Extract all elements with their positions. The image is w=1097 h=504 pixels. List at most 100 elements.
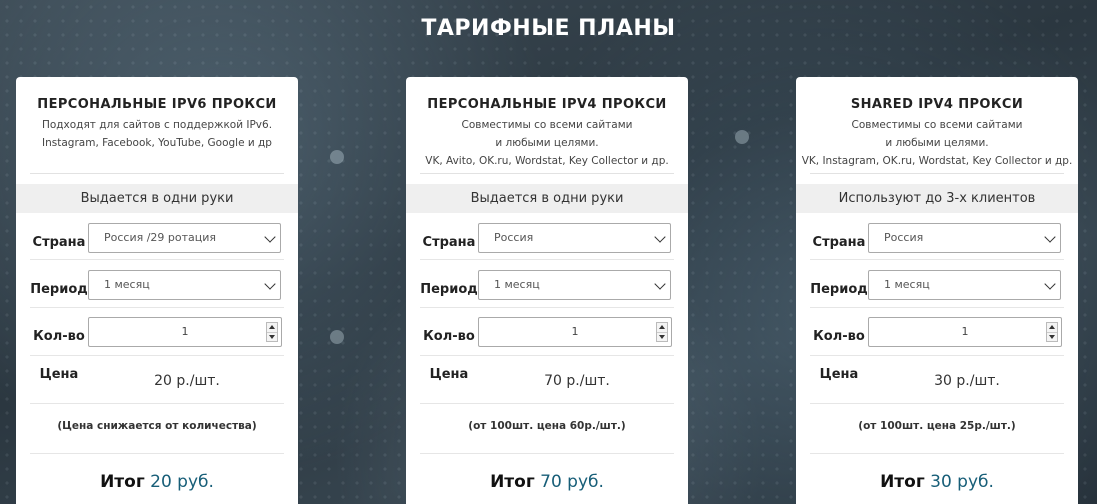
plan-description-line: VK, Avito, OK.ru, Wordstat, Key Collecto…	[425, 155, 669, 167]
total-value: 20 руб.	[150, 472, 214, 492]
chevron-down-icon	[1044, 278, 1056, 290]
plan-card-ipv4: ПЕРСОНАЛЬНЫЕ IPV4 ПРОКСИ Совместимы со в…	[406, 77, 688, 504]
country-select-value: Россия /29 ротация	[104, 231, 217, 244]
quantity-stepper[interactable]: 1	[868, 317, 1062, 347]
decrement-icon[interactable]	[1047, 332, 1057, 341]
divider	[810, 259, 1064, 260]
plan-description-line: Совместимы со всеми сайтами	[461, 119, 633, 131]
usage-band: Выдается в одни руки	[16, 184, 298, 213]
chevron-down-icon	[654, 231, 666, 243]
country-select[interactable]: Россия /29 ротация	[88, 223, 281, 253]
divider	[30, 355, 284, 356]
total-label: Итог	[880, 472, 925, 492]
country-select[interactable]: Россия	[868, 223, 1061, 253]
total: Итог 30 руб.	[796, 472, 1078, 492]
usage-band: Используют до 3-х клиентов	[796, 184, 1078, 213]
country-select[interactable]: Россия	[478, 223, 671, 253]
background-node	[735, 130, 749, 144]
country-select-value: Россия	[884, 231, 924, 244]
spinner-buttons	[1046, 322, 1058, 342]
plan-title: ПЕРСОНАЛЬНЫЕ IPV4 ПРОКСИ	[427, 97, 667, 112]
divider	[420, 259, 674, 260]
price-note: (от 100шт. цена 25р./шт.)	[858, 420, 1016, 432]
quantity-label: Кол-во	[813, 329, 865, 344]
divider	[30, 307, 284, 308]
plan-description-line: Подходят для сайтов с поддержкой IPv6.	[41, 119, 273, 131]
divider	[810, 307, 1064, 308]
plan-description-line: Совместимы со всеми сайтами	[851, 119, 1023, 131]
decrement-icon[interactable]	[267, 332, 277, 341]
chevron-down-icon	[264, 231, 276, 243]
total-label: Итог	[100, 472, 145, 492]
price-value: 30 р./шт.	[934, 373, 1000, 389]
increment-icon[interactable]	[657, 323, 667, 332]
plan-description: Подходят для сайтов с поддержкой IPv6. I…	[16, 116, 298, 152]
total: Итог 20 руб.	[16, 472, 298, 492]
plan-description-line: и любыми целями.	[885, 137, 989, 149]
quantity-label: Кол-во	[423, 329, 475, 344]
divider	[810, 173, 1064, 174]
chevron-down-icon	[264, 278, 276, 290]
plan-title: SHARED IPV4 ПРОКСИ	[850, 97, 1024, 112]
divider	[810, 453, 1064, 454]
increment-icon[interactable]	[267, 323, 277, 332]
plan-title: ПЕРСОНАЛЬНЫЕ IPV6 ПРОКСИ	[37, 97, 277, 112]
plan-header: ПЕРСОНАЛЬНЫЕ IPV6 ПРОКСИ Подходят для са…	[16, 77, 298, 184]
quantity-stepper[interactable]: 1	[88, 317, 282, 347]
background-node	[330, 330, 344, 344]
quantity-value: 1	[571, 325, 579, 338]
price-note: (от 100шт. цена 60р./шт.)	[468, 420, 626, 432]
plan-card-ipv6: ПЕРСОНАЛЬНЫЕ IPV6 ПРОКСИ Подходят для са…	[16, 77, 298, 504]
plan-header: ПЕРСОНАЛЬНЫЕ IPV4 ПРОКСИ Совместимы со в…	[406, 77, 688, 184]
plan-card-shared-ipv4: SHARED IPV4 ПРОКСИ Совместимы со всеми с…	[796, 77, 1078, 504]
page-title: ТАРИФНЫЕ ПЛАНЫ	[421, 16, 676, 41]
increment-icon[interactable]	[1047, 323, 1057, 332]
price-note: (Цена снижается от количества)	[57, 420, 257, 432]
divider	[810, 403, 1064, 404]
period-label: Период	[420, 282, 478, 297]
total-value: 30 руб.	[930, 472, 994, 492]
period-select[interactable]: 1 месяц	[478, 270, 671, 300]
background-node	[330, 150, 344, 164]
quantity-value: 1	[181, 325, 189, 338]
period-label: Период	[30, 282, 88, 297]
country-row: Страна Россия	[796, 223, 1078, 267]
decrement-icon[interactable]	[657, 332, 667, 341]
period-label: Период	[810, 282, 868, 297]
plan-description: Совместимы со всеми сайтами и любыми цел…	[796, 116, 1078, 170]
divider	[30, 453, 284, 454]
price-value: 70 р./шт.	[544, 373, 610, 389]
spinner-buttons	[266, 322, 278, 342]
quantity-value: 1	[961, 325, 969, 338]
divider	[420, 355, 674, 356]
period-select[interactable]: 1 месяц	[88, 270, 281, 300]
total-value: 70 руб.	[540, 472, 604, 492]
period-select[interactable]: 1 месяц	[868, 270, 1061, 300]
quantity-label: Кол-во	[33, 329, 85, 344]
country-row: Страна Россия	[406, 223, 688, 267]
country-label: Страна	[422, 235, 476, 250]
total-label: Итог	[490, 472, 535, 492]
divider	[810, 355, 1064, 356]
country-row: Страна Россия /29 ротация	[16, 223, 298, 267]
plan-description: Совместимы со всеми сайтами и любыми цел…	[406, 116, 688, 170]
chevron-down-icon	[1044, 231, 1056, 243]
chevron-down-icon	[654, 278, 666, 290]
period-select-value: 1 месяц	[494, 278, 540, 291]
quantity-stepper[interactable]: 1	[478, 317, 672, 347]
country-select-value: Россия	[494, 231, 534, 244]
divider	[420, 307, 674, 308]
divider	[420, 173, 674, 174]
divider	[30, 403, 284, 404]
price-value: 20 р./шт.	[154, 373, 220, 389]
plan-description-line: и любыми целями.	[495, 137, 599, 149]
period-select-value: 1 месяц	[884, 278, 930, 291]
usage-band: Выдается в одни руки	[406, 184, 688, 213]
period-select-value: 1 месяц	[104, 278, 150, 291]
country-label: Страна	[812, 235, 866, 250]
country-label: Страна	[32, 235, 86, 250]
plan-description-line: VK, Instagram, OK.ru, Wordstat, Key Coll…	[801, 155, 1073, 167]
plan-description-line: Instagram, Facebook, YouTube, Google и д…	[42, 137, 272, 149]
divider	[420, 453, 674, 454]
plan-header: SHARED IPV4 ПРОКСИ Совместимы со всеми с…	[796, 77, 1078, 184]
